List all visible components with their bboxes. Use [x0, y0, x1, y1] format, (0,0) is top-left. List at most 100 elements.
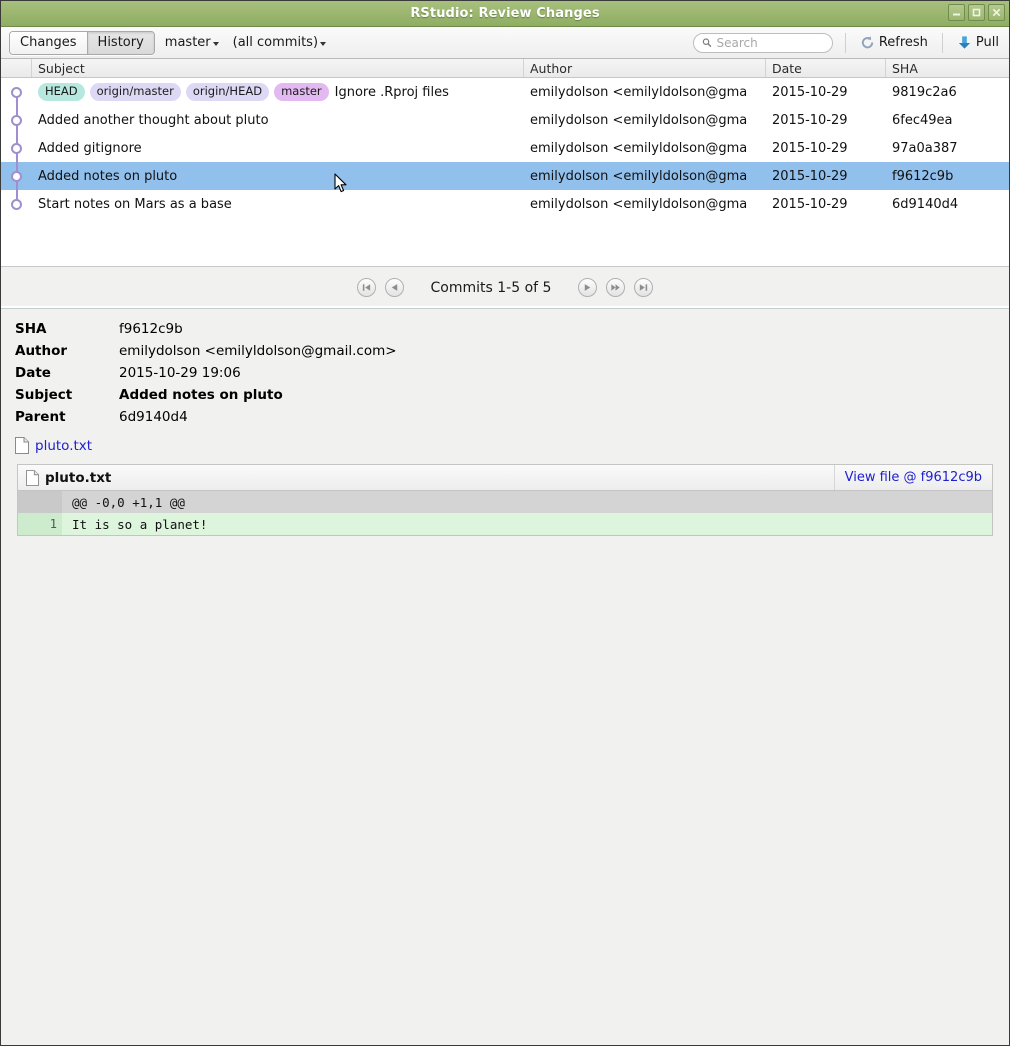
commit-date-cell: 2015-10-29 [766, 78, 886, 106]
commit-sha-cell: 9819c2a6 [886, 78, 1009, 106]
column-header-author[interactable]: Author [524, 59, 766, 77]
diff-line-text: @@ -0,0 +1,1 @@ [62, 491, 992, 513]
commit-metadata-table: SHAf9612c9bAuthoremilydolson <emilyldols… [15, 321, 397, 431]
commit-filter-dropdown[interactable]: (all commits) [229, 32, 330, 54]
commit-sha-cell: 6d9140d4 [886, 190, 1009, 218]
refresh-label: Refresh [879, 35, 928, 50]
graph-node-icon [11, 143, 22, 154]
metadata-key: SHA [15, 321, 119, 343]
commit-graph-cell [1, 78, 32, 106]
tab-changes[interactable]: Changes [10, 32, 87, 54]
table-row[interactable]: Added notes on pluto emilydolson <emilyld… [1, 162, 1009, 190]
title-bar: RStudio: Review Changes [1, 1, 1009, 27]
toolbar: Changes History master (all commits) [1, 27, 1009, 59]
commit-subject-text: Added another thought about pluto [38, 113, 269, 128]
first-page-button[interactable] [357, 278, 376, 297]
metadata-value: 6d9140d4 [119, 409, 397, 431]
metadata-value: emilydolson <emilyldolson@gmail.com> [119, 343, 397, 365]
commit-graph-cell [1, 134, 32, 162]
table-row[interactable]: HEADorigin/masterorigin/HEADmasterIgnore… [1, 78, 1009, 106]
column-header-graph [1, 59, 32, 77]
ref-badges: HEADorigin/masterorigin/HEADmaster [38, 83, 329, 102]
graph-node-icon [11, 199, 22, 210]
diff-old-line-number [18, 491, 40, 513]
graph-node-icon [11, 115, 22, 126]
table-row[interactable]: Added another thought about pluto emilydo… [1, 106, 1009, 134]
diff-container: pluto.txt View file @ f9612c9b @@ -0,0 +… [17, 464, 993, 536]
commit-subject-cell: Added gitignore [32, 134, 524, 162]
branch-dropdown[interactable]: master [161, 32, 223, 54]
table-row[interactable]: Start notes on Mars as a base emilydolson… [1, 190, 1009, 218]
commit-subject-text: Added gitignore [38, 141, 142, 156]
view-mode-toggle: Changes History [9, 31, 155, 55]
ref-badge: master [274, 83, 329, 102]
diff-header: pluto.txt View file @ f9612c9b [18, 465, 992, 491]
file-icon [26, 470, 39, 486]
commit-graph-cell [1, 190, 32, 218]
window-controls [948, 4, 1005, 21]
metadata-value: 2015-10-29 19:06 [119, 365, 397, 387]
pagination-bar: Commits 1-5 of 5 [1, 267, 1009, 309]
diff-new-line-number [40, 491, 62, 513]
tab-history[interactable]: History [87, 32, 154, 54]
branch-dropdown-label: master [165, 35, 211, 50]
commit-subject-cell: Added notes on pluto [32, 162, 524, 190]
toolbar-divider [845, 33, 846, 53]
graph-node-icon [11, 171, 22, 182]
metadata-key: Author [15, 343, 119, 365]
next-page-button[interactable] [578, 278, 597, 297]
commit-table-body: HEADorigin/masterorigin/HEADmasterIgnore… [1, 78, 1009, 218]
commit-date-cell: 2015-10-29 [766, 106, 886, 134]
chevron-down-icon [320, 42, 326, 46]
table-row[interactable]: Added gitignoreemilydolson <emilyldolson… [1, 134, 1009, 162]
search-box[interactable] [693, 33, 833, 53]
diff-new-line-number: 1 [40, 513, 62, 535]
commit-subject-cell: Added another thought about pluto [32, 106, 524, 134]
commit-date-cell: 2015-10-29 [766, 190, 886, 218]
commit-author-cell: emilydolson <emilyldolson@gma [524, 78, 766, 106]
search-input[interactable] [717, 36, 824, 50]
commit-graph-cell [1, 106, 32, 134]
commit-subject-cell: Start notes on Mars as a base [32, 190, 524, 218]
commit-sha-cell: 97a0a387 [886, 134, 1009, 162]
pull-arrow-down-icon [957, 35, 972, 50]
commit-author-cell: emilydolson <emilyldolson@gma [524, 106, 766, 134]
view-file-link[interactable]: View file @ f9612c9b [835, 470, 992, 485]
last-page-button[interactable] [634, 278, 653, 297]
ref-badge: HEAD [38, 83, 85, 102]
commit-subject-text: Ignore .Rproj files [335, 85, 449, 100]
maximize-button[interactable] [968, 4, 985, 21]
commit-author-cell: emilydolson <emilyldolson@gma [524, 162, 766, 190]
minimize-button[interactable] [948, 4, 965, 21]
refresh-button[interactable]: Refresh [858, 35, 930, 50]
commit-subject-text: Start notes on Mars as a base [38, 197, 232, 212]
previous-page-button[interactable] [385, 278, 404, 297]
ref-badge: origin/HEAD [186, 83, 269, 102]
column-header-sha[interactable]: SHA [886, 59, 1009, 77]
window-title: RStudio: Review Changes [410, 6, 599, 21]
metadata-key: Date [15, 365, 119, 387]
commit-detail-pane: SHAf9612c9bAuthoremilydolson <emilyldols… [1, 309, 1009, 1045]
diff-header-spacer [111, 465, 834, 490]
changed-file-link[interactable]: pluto.txt [35, 438, 92, 454]
commit-author-cell: emilydolson <emilyldolson@gma [524, 190, 766, 218]
diff-line-text: It is so a planet! [62, 513, 992, 535]
column-header-subject[interactable]: Subject [32, 59, 524, 77]
pagination-label: Commits 1-5 of 5 [431, 280, 552, 296]
pull-button[interactable]: Pull [955, 35, 1001, 50]
chevron-down-icon [213, 42, 219, 46]
changed-file-row[interactable]: pluto.txt [15, 437, 1009, 454]
column-header-date[interactable]: Date [766, 59, 886, 77]
fast-forward-icon [610, 282, 621, 293]
commit-graph-cell [1, 162, 32, 190]
commit-subject-text: Added notes on pluto [38, 169, 177, 184]
previous-page-icon [389, 282, 400, 293]
diff-old-line-number [18, 513, 40, 535]
pull-label: Pull [976, 35, 999, 50]
diff-line[interactable]: 1It is so a planet! [18, 513, 992, 535]
review-changes-window: RStudio: Review Changes Changes History … [0, 0, 1010, 1046]
fast-forward-button[interactable] [606, 278, 625, 297]
diff-line[interactable]: @@ -0,0 +1,1 @@ [18, 491, 992, 513]
close-button[interactable] [988, 4, 1005, 21]
first-page-icon [361, 282, 372, 293]
